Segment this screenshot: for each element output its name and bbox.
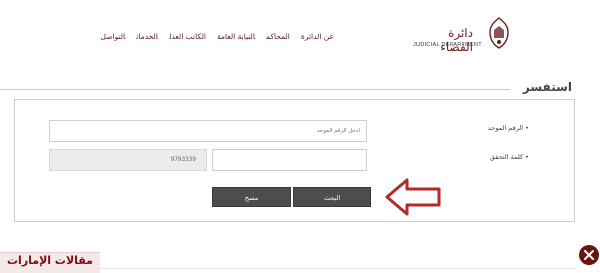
nav-item-prosecution[interactable]: النيابة العامة <box>217 32 255 41</box>
pointer-arrow-icon <box>385 178 441 216</box>
nav-item-about[interactable]: عن الدائرة <box>301 32 334 41</box>
section-divider <box>0 89 510 90</box>
nav-item-courts[interactable]: المحاكم <box>266 32 290 41</box>
site-logo[interactable]: دائرة القضاء JUDICIAL DEPARTMENT <box>413 12 523 54</box>
section-title: استفسر <box>522 80 572 94</box>
captcha-label: • كلمة التحقق <box>489 153 529 161</box>
logo-arabic-text: دائرة القضاء <box>440 26 473 54</box>
footer-divider <box>100 268 575 269</box>
logo-english-text: JUDICIAL DEPARTMENT <box>413 42 482 48</box>
top-nav: عن الدائرة المحاكم النيابة العامة الكاتب ال… <box>64 24 335 41</box>
clear-button[interactable]: مسح <box>212 187 291 207</box>
nav-item-contact[interactable]: التواصل <box>101 32 126 41</box>
emblem-icon <box>489 17 509 49</box>
unified-number-input[interactable] <box>49 120 367 142</box>
unified-number-label: • الرقم الموحد <box>487 124 529 132</box>
captcha-image: 9793339 <box>49 149 207 171</box>
brand-watermark-text: مقالات الإمارات <box>7 254 93 267</box>
search-button[interactable]: البحث <box>293 187 371 207</box>
captcha-input[interactable] <box>212 149 367 171</box>
nav-item-notary[interactable]: الكاتب العدل <box>169 32 206 41</box>
nav-item-services[interactable]: الخدمات <box>136 32 158 41</box>
close-icon[interactable] <box>578 244 600 266</box>
